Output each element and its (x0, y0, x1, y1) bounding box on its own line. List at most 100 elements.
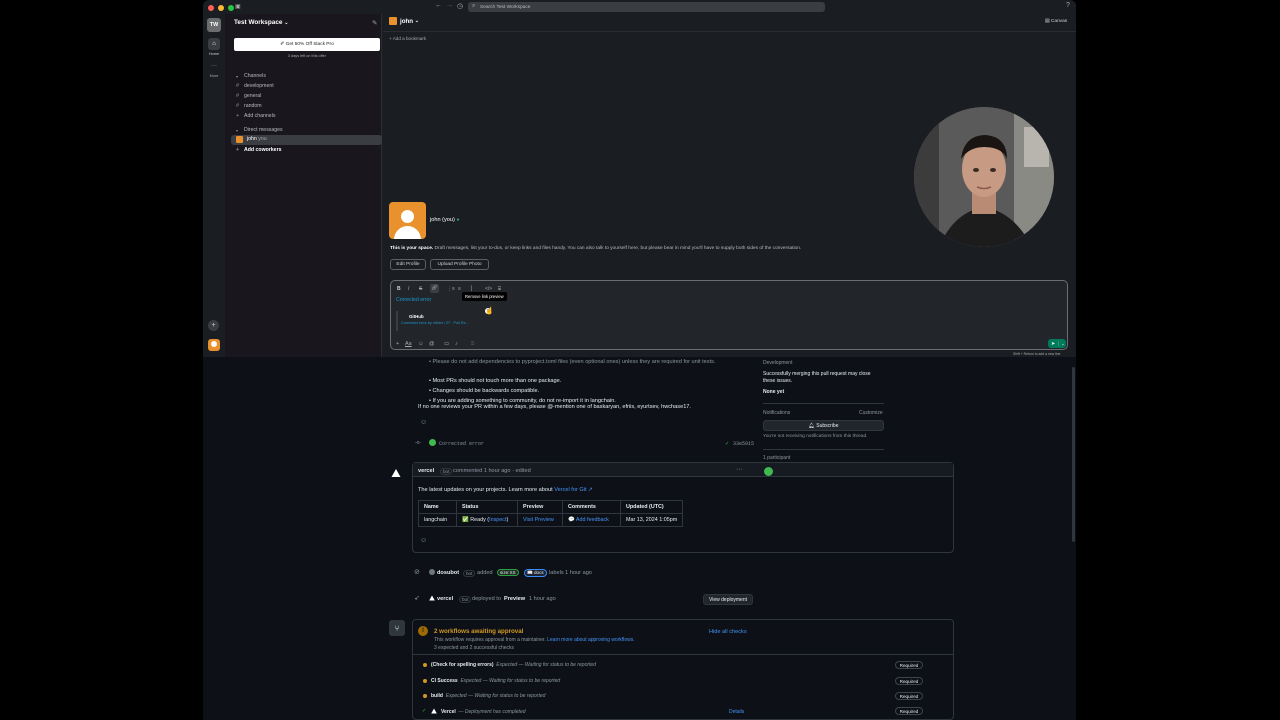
composer-link-text[interactable]: Corrected error (396, 297, 431, 303)
details-link[interactable]: Details (729, 709, 744, 715)
page-scrollbar[interactable] (1072, 367, 1075, 542)
pending-dot-icon (423, 679, 427, 683)
help-icon[interactable]: ? (1066, 2, 1070, 9)
pending-dot-icon (423, 663, 427, 667)
workspace-name[interactable]: Test Workspace ⌄ (234, 19, 288, 26)
vercel-intro-text: The latest updates on your projects. Lea… (418, 487, 555, 493)
view-deployment-button[interactable]: View deployment (703, 594, 753, 605)
merge-icon: ⑂ (389, 620, 405, 636)
upload-photo-button[interactable]: Upload Profile Photo (430, 259, 489, 270)
link-icon[interactable]: 🔗︎ (430, 284, 439, 293)
chevron-down-icon[interactable]: ⌄ (1058, 341, 1065, 346)
sidebar-item-john[interactable]: john you (236, 136, 267, 143)
sidebar-item-development[interactable]: # development (236, 83, 274, 89)
event-author[interactable]: dosubot (437, 570, 459, 576)
add-channels-button[interactable]: + Add channels (236, 113, 275, 119)
check-status: Expected — Waiting for status to be repo… (496, 662, 596, 668)
commit-message[interactable]: Corrected error (439, 441, 484, 447)
add-bookmark-button[interactable]: + Add a bookmark (389, 36, 426, 41)
mouse-pointer-icon: ☝ (485, 308, 494, 315)
shortcuts-icon[interactable]: ⌸ (471, 341, 474, 348)
dm-header[interactable]: john ⌄ (389, 17, 419, 25)
plus-icon: + (236, 113, 240, 119)
checks-summary: 3 expected and 2 successful checks (434, 645, 515, 651)
dms-header[interactable]: ▾ Direct messages (236, 127, 283, 133)
ordered-list-icon[interactable]: ⋮≡ (447, 286, 455, 292)
back-arrow-icon[interactable]: ← (435, 2, 442, 9)
promo-button[interactable]: ✐ Get 50% Off Slack Pro (234, 38, 380, 51)
formatting-icon[interactable]: Aa (405, 341, 412, 347)
participant-avatar[interactable] (764, 467, 773, 476)
close-window-button[interactable] (208, 5, 214, 11)
profile-name[interactable]: john (you) ● (430, 217, 459, 223)
approving-workflows-link[interactable]: Learn more about approving workflows. (547, 637, 635, 643)
vercel-for-git-link[interactable]: Vercel for Git ↗ (554, 487, 593, 493)
minimize-window-button[interactable] (218, 5, 224, 11)
sidebar-item-general[interactable]: # general (236, 93, 261, 99)
more-icon[interactable]: ··· (203, 63, 225, 69)
home-icon[interactable]: ⌂ (208, 38, 220, 50)
remove-preview-tooltip: Remove link preview (462, 292, 507, 301)
canvas-button[interactable]: ▤ Canvas (1045, 19, 1067, 24)
subscribe-button[interactable]: 🔔︎ Subscribe (763, 420, 884, 431)
user-avatar[interactable] (208, 339, 220, 351)
deploy-env[interactable]: Preview (504, 596, 525, 602)
preview-subtitle[interactable]: Corrected error by nilhim / 27 · Pull Re… (401, 321, 469, 325)
strikethrough-icon[interactable]: S (419, 286, 422, 292)
sidebar-toggle-icon[interactable]: ▣ (235, 3, 241, 10)
link-preview-card: GitHub Corrected error by nilhim / 27 · … (396, 311, 486, 331)
event-author[interactable]: vercel (437, 596, 453, 602)
emoji-icon[interactable]: ☺ (418, 341, 424, 347)
edit-profile-button[interactable]: Edit Profile (390, 259, 426, 270)
add-coworkers-button[interactable]: + Add coworkers (236, 147, 281, 153)
add-reaction-icon[interactable]: ☺ (420, 537, 427, 544)
compose-icon[interactable]: ✎ (372, 19, 377, 27)
video-icon[interactable]: ▭ (444, 341, 449, 347)
development-none: None yet (763, 389, 785, 395)
commit-sha[interactable]: 33e5915 (733, 441, 754, 447)
bold-icon[interactable]: B (397, 286, 401, 292)
message-composer[interactable]: B I S 🔗︎ ⋮≡ ≡ ▏ </> ⌸ Corrected error Re… (390, 280, 1068, 350)
bullet-text: Most PRs should not touch more than one … (432, 378, 562, 384)
more-options-icon[interactable]: ··· (736, 466, 743, 473)
bullet-text: Changes should be backwards compatible. (432, 388, 540, 394)
add-icon[interactable]: + (208, 320, 219, 331)
hide-all-checks-link[interactable]: Hide all checks (709, 629, 747, 635)
workspace-name-text: Test Workspace (234, 19, 283, 26)
github-pr-page: • Please do not add dependencies to pypr… (203, 357, 1076, 720)
plus-icon[interactable]: + (396, 341, 399, 347)
customize-link[interactable]: Customize (859, 410, 883, 416)
composer-hint: Shift + Return to add a new line (1013, 352, 1061, 356)
inspect-link[interactable]: Inspect (489, 517, 506, 523)
microphone-icon[interactable]: ♪ (455, 341, 458, 347)
history-icon[interactable]: ◷ (457, 2, 463, 10)
bell-icon: 🔔︎ (808, 422, 817, 429)
bot-tag: bot (440, 468, 453, 475)
search-icon: ⌕ (472, 3, 476, 9)
profile-avatar[interactable] (389, 202, 426, 239)
channel-label: general (244, 93, 262, 99)
intro-bold: This is your space. (390, 246, 434, 251)
bulleted-list-icon[interactable]: ≡ (458, 286, 461, 292)
comment-author[interactable]: vercel (418, 468, 434, 474)
maximize-window-button[interactable] (228, 5, 234, 11)
channels-header[interactable]: ▾ Channels (236, 73, 266, 79)
label-size[interactable]: size:XS (497, 569, 519, 576)
mention-icon[interactable]: @ (429, 341, 434, 347)
italic-icon[interactable]: I (408, 286, 409, 292)
sidebar-item-random[interactable]: # random (236, 103, 262, 109)
label-docs[interactable]: 📖 docs (524, 569, 547, 577)
comments-cell: 💬 Add feedback (562, 513, 621, 527)
visit-preview-link[interactable]: Visit Preview (523, 517, 554, 523)
add-reaction-icon[interactable]: ☺ (420, 419, 427, 426)
online-status-icon: ● (456, 217, 460, 223)
add-feedback-link[interactable]: 💬 Add feedback (568, 517, 609, 523)
send-button[interactable]: ➤ ⌄ (1048, 339, 1066, 348)
preview-cell: Visit Preview (517, 513, 563, 527)
plus-icon: + (236, 147, 240, 153)
workspace-switcher[interactable]: TW (207, 18, 221, 32)
forward-arrow-icon[interactable]: → (446, 2, 453, 9)
search-input[interactable]: ⌕ Search Test Workspace (468, 2, 825, 12)
notifications-label: Notifications (763, 410, 791, 416)
required-badge: Required (895, 692, 923, 700)
